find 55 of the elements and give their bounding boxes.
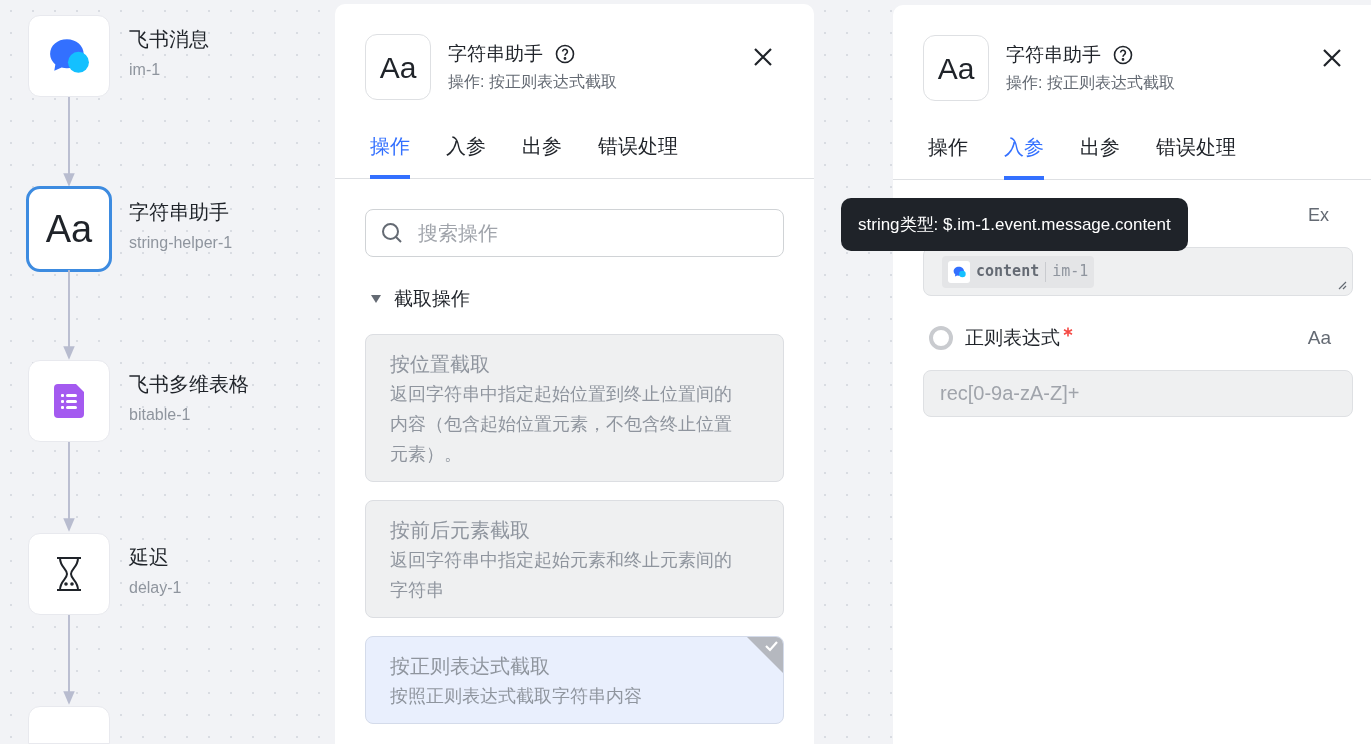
workflow-node[interactable] xyxy=(28,360,110,443)
section-toggle[interactable]: 截取操作 xyxy=(365,286,784,312)
operation-title: 按前后元素截取 xyxy=(390,518,531,543)
panel-title: 字符串助手 xyxy=(448,42,543,66)
tab[interactable]: 出参 xyxy=(1080,133,1120,180)
node-id: im-1 xyxy=(129,60,162,80)
chip-name: content xyxy=(976,261,1040,283)
radio-button[interactable] xyxy=(929,326,953,351)
tab[interactable]: 出参 xyxy=(522,132,562,179)
search-field[interactable]: 搜索操作 xyxy=(365,209,784,257)
operation-title: 按正则表达式截取 xyxy=(390,654,551,679)
workflow-node[interactable] xyxy=(28,705,110,744)
node-icon-text: Aa xyxy=(45,209,93,248)
operation-title: 按位置截取 xyxy=(390,352,491,377)
node-title: 飞书多维表格 xyxy=(129,372,249,398)
reference-field[interactable]: content im-1 xyxy=(923,247,1353,296)
node-title: 字符串助手 xyxy=(129,199,230,225)
operation-description: 返回字符串中指定起始元素和终止元素间的字符串 xyxy=(390,549,733,602)
panel-title: 字符串助手 xyxy=(1006,43,1101,67)
node-title: 延迟 xyxy=(129,545,170,571)
helper-icon: Aa xyxy=(365,34,431,100)
tab[interactable]: 错误处理 xyxy=(1156,133,1236,180)
panel-subtitle: 操作: 按正则表达式截取 xyxy=(1006,73,1176,93)
check-corner-icon xyxy=(747,637,783,673)
resize-handle-icon[interactable] xyxy=(1338,281,1347,290)
workflow-node[interactable] xyxy=(28,533,110,616)
caret-icon xyxy=(371,295,381,303)
expression-toggle[interactable]: Ex xyxy=(1308,202,1329,228)
reference-chip[interactable]: content im-1 xyxy=(942,255,1095,288)
node-title: 飞书消息 xyxy=(129,27,209,52)
tab[interactable]: 错误处理 xyxy=(598,132,678,179)
help-icon[interactable] xyxy=(555,44,575,64)
workflow-node[interactable]: Aa xyxy=(26,185,112,272)
node-id: string-helper-1 xyxy=(129,232,233,253)
chat-bubbles-icon xyxy=(952,265,966,278)
chat-bubbles-icon xyxy=(48,37,90,75)
chip-source: im-1 xyxy=(1052,261,1089,283)
tab[interactable]: 操作 xyxy=(928,133,968,180)
tab[interactable]: 入参 xyxy=(1004,133,1044,180)
helper-icon: Aa xyxy=(923,35,989,101)
node-id: bitable-1 xyxy=(129,405,192,426)
field-label: 正则表达式 xyxy=(965,326,1060,351)
panel-subtitle: 操作: 按正则表达式截取 xyxy=(448,72,618,92)
close-icon[interactable] xyxy=(754,48,772,66)
operation-description: 按照正则表达式截取字符串内容 xyxy=(390,685,643,708)
text-mode-toggle[interactable]: Aa xyxy=(1307,324,1331,353)
operation-description: 返回字符串中指定起始位置到终止位置间的内容（包含起始位置元素，不包含终止位置元素）。 xyxy=(390,383,733,466)
tab[interactable]: 操作 xyxy=(370,132,410,179)
search-icon xyxy=(381,222,403,244)
close-icon[interactable] xyxy=(1323,49,1341,67)
tooltip: string类型: $.im-1.event.message.content xyxy=(841,198,1188,251)
node-id: delay-1 xyxy=(129,578,182,599)
workflow-node[interactable] xyxy=(28,15,110,97)
tab[interactable]: 入参 xyxy=(446,132,486,179)
help-icon[interactable] xyxy=(1113,45,1133,65)
